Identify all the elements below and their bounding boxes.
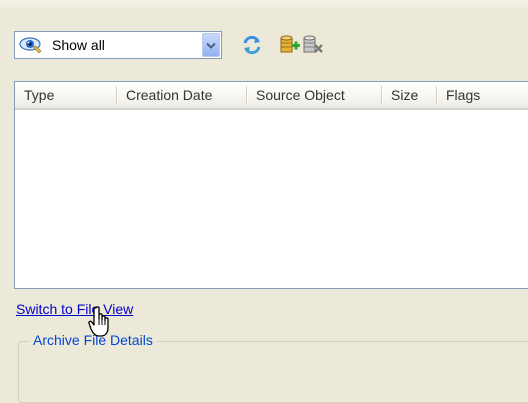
archive-panel: Show all Type Creation Date Source Objec… [0, 0, 528, 403]
database-remove-icon[interactable] [302, 34, 324, 56]
chevron-down-icon [206, 42, 216, 49]
column-label: Creation Date [126, 87, 213, 103]
column-header-source-object[interactable]: Source Object [247, 82, 382, 108]
filter-selected-text: Show all [52, 37, 105, 53]
column-label: Size [391, 87, 419, 103]
combo-dropdown-button[interactable] [202, 33, 220, 57]
panel-top-edge [0, 0, 528, 10]
archive-file-details-groupbox [18, 341, 528, 403]
eye-icon [19, 35, 43, 55]
list-body[interactable] [15, 110, 528, 288]
column-label: Flags [446, 87, 481, 103]
column-header-size[interactable]: Size [382, 82, 437, 108]
refresh-icon[interactable] [241, 34, 263, 56]
column-label: Type [24, 87, 55, 103]
column-header-flags[interactable]: Flags [437, 82, 528, 108]
hand-cursor-icon [88, 306, 118, 340]
list-header: Type Creation Date Source Object Size Fl… [15, 82, 528, 110]
column-label: Source Object [256, 87, 345, 103]
archive-list[interactable]: Type Creation Date Source Object Size Fl… [14, 81, 528, 289]
column-header-creation-date[interactable]: Creation Date [117, 82, 247, 108]
filter-combobox[interactable]: Show all [14, 31, 222, 59]
column-header-type[interactable]: Type [15, 82, 117, 108]
database-add-icon[interactable] [279, 34, 301, 56]
